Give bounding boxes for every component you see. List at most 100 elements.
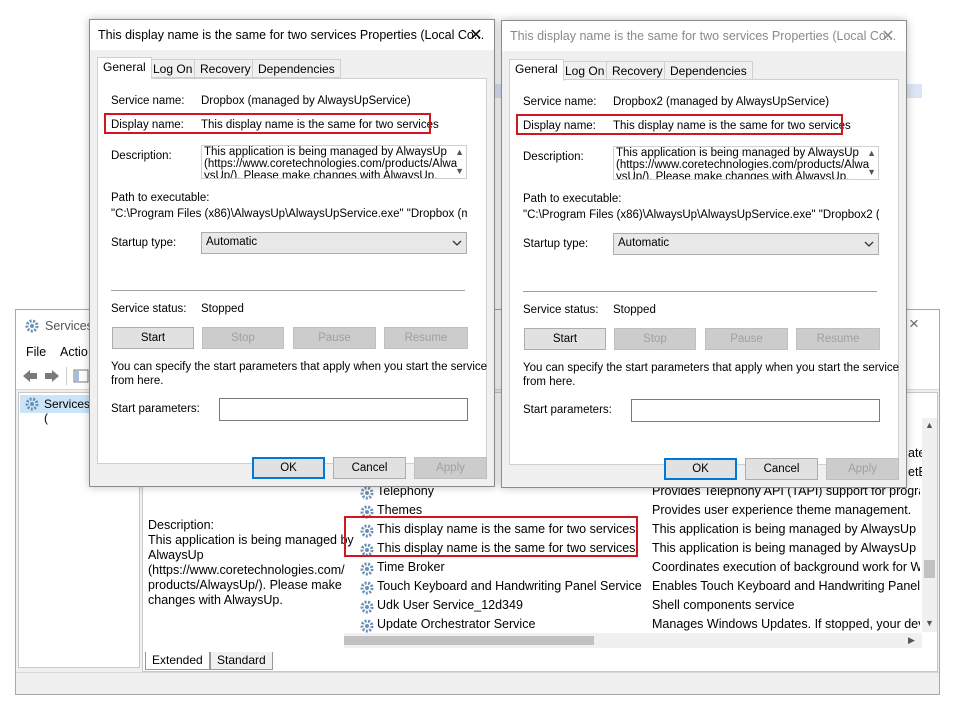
service-row-name[interactable]: Udk User Service_12d349 (377, 598, 523, 612)
startup-type-select[interactable]: Automatic (201, 232, 467, 254)
path-label: Path to executable: (523, 193, 622, 205)
chevron-down-icon (864, 241, 874, 247)
scroll-down-icon[interactable]: ▼ (925, 618, 934, 628)
start-parameters-input[interactable] (631, 399, 880, 422)
path-label: Path to executable: (111, 192, 210, 204)
start-parameters-label: Start parameters: (523, 404, 612, 416)
pane-description-line-1: This application is being managed by (148, 533, 354, 547)
startup-type-label: Startup type: (111, 237, 177, 249)
menu-action[interactable]: Actio (60, 345, 88, 359)
service-row-name[interactable]: Time Broker (377, 560, 445, 574)
service-status-label: Service status: (111, 303, 187, 315)
service-status-label: Service status: (523, 304, 599, 316)
ok-button[interactable]: OK (664, 458, 737, 480)
service-gear-icon (360, 562, 374, 576)
tab-extended[interactable]: Extended (145, 652, 210, 670)
service-row-name[interactable]: Themes (377, 503, 422, 517)
console-tree-icon[interactable] (73, 368, 89, 384)
description-box[interactable]: This application is being managed by Alw… (201, 145, 467, 179)
list-vscrollbar[interactable]: ▲ ▼ (922, 418, 937, 632)
description-scroll-down-icon[interactable]: ▼ (867, 167, 876, 177)
start-button[interactable]: Start (112, 327, 194, 349)
tree-item-services[interactable]: Services ( (20, 395, 92, 425)
vscroll-thumb[interactable] (924, 560, 935, 578)
service-row-name[interactable]: Touch Keyboard and Handwriting Panel Ser… (377, 579, 642, 593)
description-scroll-up-icon[interactable]: ▲ (455, 147, 464, 157)
tab-recovery[interactable]: Recovery (194, 59, 257, 78)
tab-general[interactable]: General (97, 57, 152, 79)
services-close-icon[interactable]: × (909, 314, 919, 334)
service-name-label: Service name: (523, 96, 597, 108)
service-status-value: Stopped (201, 303, 244, 315)
pane-description-label: Description: (148, 518, 214, 532)
separator (523, 291, 877, 292)
pane-description-line-5: changes with AlwaysUp. (148, 593, 283, 607)
startup-type-select[interactable]: Automatic (613, 233, 879, 255)
dialog-titlebar: This display name is the same for two se… (502, 21, 906, 51)
service-gear-icon (360, 619, 374, 633)
pause-button[interactable]: Pause (293, 327, 376, 349)
service-gear-icon (360, 486, 374, 500)
service-row-description: Manages Windows Updates. If stopped, you… (652, 617, 920, 631)
service-row-description: Shell components service (652, 598, 795, 612)
tree-gear-icon (25, 397, 39, 411)
service-row-description: This application is being managed by Alw… (652, 541, 920, 555)
ok-button[interactable]: OK (252, 457, 325, 479)
tab-general[interactable]: General (509, 59, 564, 81)
stop-button[interactable]: Stop (614, 328, 696, 350)
tab-log-on[interactable]: Log On (147, 59, 199, 78)
service-gear-icon (360, 600, 374, 614)
stop-button[interactable]: Stop (202, 327, 284, 349)
separator (111, 290, 465, 291)
service-row-description: Coordinates execution of background work… (652, 560, 920, 574)
apply-button[interactable]: Apply (414, 457, 487, 479)
tab-dependencies[interactable]: Dependencies (252, 59, 341, 78)
start-button[interactable]: Start (524, 328, 606, 350)
description-scroll-down-icon[interactable]: ▼ (455, 166, 464, 176)
service-row-name[interactable]: Update Orchestrator Service (377, 617, 535, 631)
services-statusbar (16, 672, 939, 694)
close-icon[interactable]: ✕ (878, 26, 898, 46)
list-hscrollbar[interactable]: ▶ (344, 633, 922, 648)
highlight-display-name (104, 113, 431, 134)
startup-type-label: Startup type: (523, 238, 589, 250)
description-scroll-up-icon[interactable]: ▲ (867, 148, 876, 158)
description-label: Description: (111, 150, 172, 162)
path-value: "C:\Program Files (x86)\AlwaysUp\AlwaysU… (523, 209, 879, 221)
hint-line-1: You can specify the start parameters tha… (111, 361, 488, 373)
cancel-button[interactable]: Cancel (745, 458, 818, 480)
chevron-down-icon (452, 240, 462, 246)
service-gear-icon (360, 581, 374, 595)
service-row-description: Enables Touch Keyboard and Handwriting P… (652, 579, 920, 593)
resume-button[interactable]: Resume (796, 328, 880, 350)
tab-recovery[interactable]: Recovery (606, 61, 669, 80)
back-arrow-icon[interactable] (21, 368, 39, 384)
tab-dependencies[interactable]: Dependencies (664, 61, 753, 80)
services-gear-icon (25, 319, 39, 333)
service-row-description: This application is being managed by Alw… (652, 522, 920, 536)
description-line-2: (https://www.coretechnologies.com/produc… (616, 159, 870, 171)
dialog-titlebar: This display name is the same for two se… (90, 20, 494, 50)
menu-file[interactable]: File (26, 345, 46, 359)
description-line-3: ysUp/). Please make changes with AlwaysU… (616, 171, 850, 180)
apply-button[interactable]: Apply (826, 458, 899, 480)
services-title: Services (45, 319, 93, 333)
highlight-duplicate-rows (344, 516, 638, 557)
close-icon[interactable]: ✕ (466, 25, 486, 45)
highlight-display-name (516, 114, 843, 135)
scroll-right-icon[interactable]: ▶ (908, 635, 915, 646)
hint-line-2: from here. (523, 376, 576, 388)
tab-log-on[interactable]: Log On (559, 61, 611, 80)
start-parameters-input[interactable] (219, 398, 468, 421)
pause-button[interactable]: Pause (705, 328, 788, 350)
description-box[interactable]: This application is being managed by Alw… (613, 146, 879, 180)
description-line-1: This application is being managed by Alw… (616, 147, 859, 159)
hscroll-thumb[interactable] (344, 636, 594, 645)
tab-standard[interactable]: Standard (210, 652, 273, 670)
resume-button[interactable]: Resume (384, 327, 468, 349)
forward-arrow-icon[interactable] (43, 368, 61, 384)
scroll-up-icon[interactable]: ▲ (925, 420, 934, 430)
dialog-title: This display name is the same for two se… (510, 29, 897, 43)
tree-item-label: Services ( (44, 397, 91, 425)
cancel-button[interactable]: Cancel (333, 457, 406, 479)
